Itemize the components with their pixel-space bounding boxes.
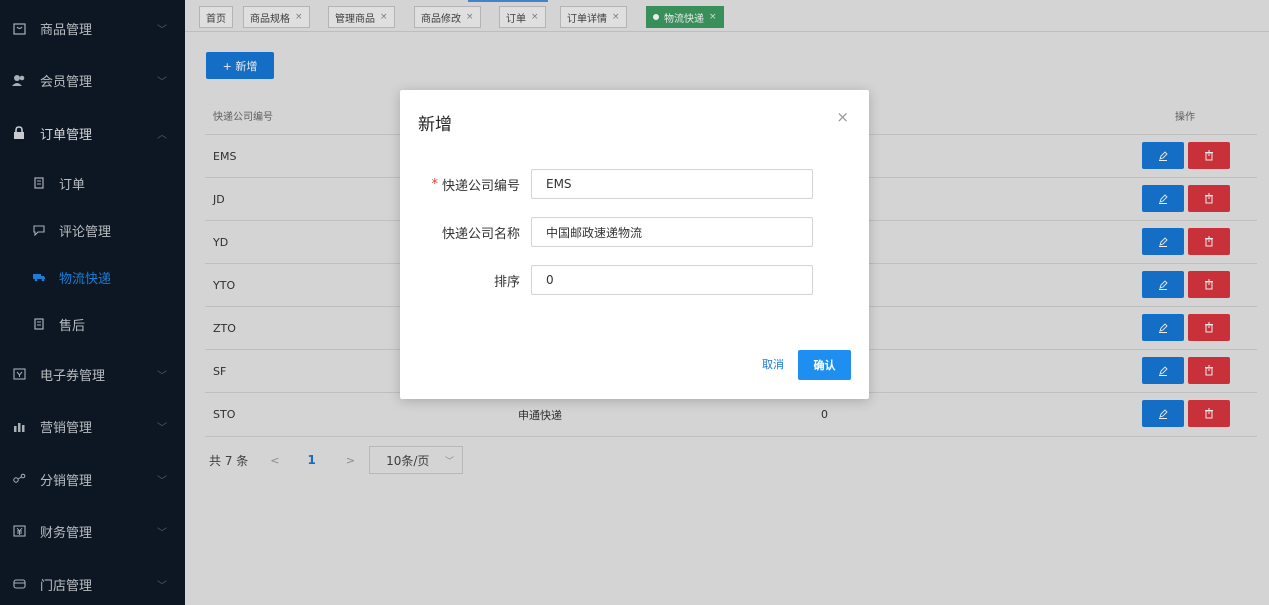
sort-label-text: 排序 (493, 274, 520, 290)
name-input[interactable] (531, 217, 813, 247)
sort-field-label: 排序 (410, 265, 520, 295)
cancel-button[interactable]: 取消 (762, 356, 784, 372)
code-input[interactable] (531, 169, 813, 199)
dialog-title: 新增 (418, 115, 452, 135)
name-label-text: 快递公司名称 (441, 226, 520, 242)
sort-input[interactable] (531, 265, 813, 295)
name-field-label: 快递公司名称 (410, 217, 520, 247)
close-icon[interactable]: × (836, 108, 849, 126)
add-express-dialog: 新增 × * 快递公司编号 快递公司名称 排序 取消 确认 (400, 90, 869, 399)
code-label-text: 快递公司编号 (441, 178, 520, 194)
confirm-button[interactable]: 确认 (798, 350, 851, 380)
code-field-label: * 快递公司编号 (410, 169, 520, 199)
required-mark: * (431, 176, 438, 192)
